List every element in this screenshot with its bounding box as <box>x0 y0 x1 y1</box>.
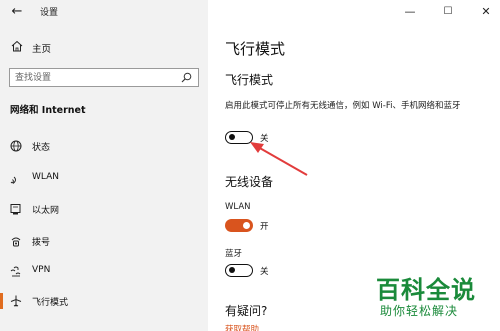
airplane-icon <box>10 295 22 307</box>
airplane-mode-toggle[interactable] <box>225 131 253 144</box>
globe-icon <box>10 140 22 152</box>
airplane-mode-description: 启用此模式可停止所有无线通信，例如 Wi-Fi、手机网络和蓝牙 <box>225 101 461 111</box>
dialup-icon <box>11 237 21 247</box>
search-box[interactable] <box>9 68 199 87</box>
watermark-logo: 百科全说 助你轻松解决 <box>376 270 500 326</box>
wlan-label: WLAN <box>225 202 251 212</box>
watermark-subtitle: 助你轻松解决 <box>380 304 459 318</box>
title-bar: ← 设置 <box>0 0 208 24</box>
vpn-icon <box>10 266 21 277</box>
wireless-devices-heading: 无线设备 <box>225 175 274 189</box>
section-title: 网络和 Internet <box>10 105 86 116</box>
sidebar-item-vpn[interactable]: VPN <box>0 259 208 283</box>
sidebar: ← 设置 主页 网络和 Internet 状态 WLAN <box>0 0 208 331</box>
airplane-mode-heading: 飞行模式 <box>225 73 274 87</box>
bluetooth-state: 关 <box>260 267 269 277</box>
sidebar-item-dialup[interactable]: 拨号 <box>0 229 208 253</box>
active-indicator <box>0 293 3 309</box>
sidebar-item-label: WLAN <box>32 172 60 182</box>
maximize-button[interactable]: ☐ <box>438 4 458 20</box>
ethernet-icon <box>10 204 21 215</box>
wlan-toggle[interactable] <box>225 219 253 232</box>
question-heading: 有疑问? <box>225 304 268 318</box>
sidebar-item-status[interactable]: 状态 <box>0 134 208 158</box>
sidebar-item-label: 以太网 <box>32 206 60 216</box>
bluetooth-toggle[interactable] <box>225 264 253 277</box>
get-help-link[interactable]: 获取帮助 <box>225 323 259 331</box>
nav-home[interactable]: 主页 <box>0 37 208 57</box>
sidebar-item-wlan[interactable]: WLAN <box>0 166 208 190</box>
back-button[interactable]: ← <box>6 3 28 21</box>
minimize-button[interactable]: — <box>400 4 420 20</box>
page-title: 飞行模式 <box>225 40 286 58</box>
sidebar-item-label: VPN <box>32 265 51 275</box>
toggle-knob <box>229 267 235 273</box>
sidebar-item-airplane-mode[interactable]: 飞行模式 <box>0 289 208 313</box>
nav-home-label: 主页 <box>32 44 52 55</box>
sidebar-item-label: 拨号 <box>32 238 51 248</box>
bluetooth-label: 蓝牙 <box>225 249 243 259</box>
toggle-knob <box>243 222 250 229</box>
sidebar-item-label: 状态 <box>32 143 51 153</box>
sidebar-item-label: 飞行模式 <box>32 298 69 308</box>
app-title: 设置 <box>40 8 59 18</box>
home-icon <box>11 40 23 52</box>
toggle-knob <box>229 134 235 140</box>
wlan-state: 开 <box>260 222 269 232</box>
search-icon[interactable] <box>181 72 192 83</box>
window-controls: — ☐ ✕ <box>380 0 500 24</box>
close-button[interactable]: ✕ <box>476 4 496 20</box>
wifi-icon <box>10 176 16 184</box>
watermark-title: 百科全说 <box>376 276 476 304</box>
search-input[interactable] <box>15 70 175 85</box>
sidebar-item-ethernet[interactable]: 以太网 <box>0 197 208 221</box>
airplane-mode-state: 关 <box>260 134 269 144</box>
